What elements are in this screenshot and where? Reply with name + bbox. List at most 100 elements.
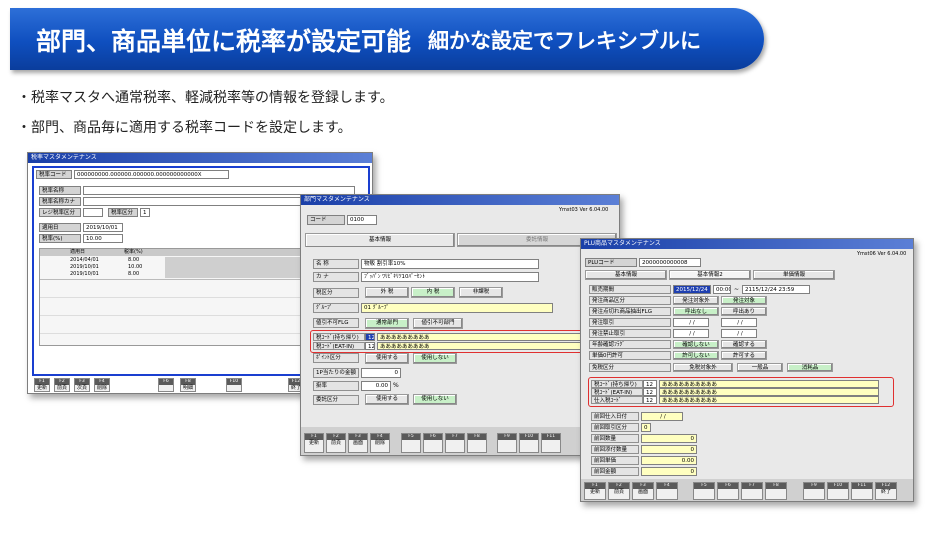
f5-key[interactable]: F5: [693, 482, 715, 500]
f10-key[interactable]: F10: [519, 433, 539, 453]
f2-key[interactable]: F2 前頁: [326, 433, 346, 453]
point-use-button[interactable]: 使用する: [365, 353, 409, 364]
rate-input[interactable]: 10.00: [83, 234, 123, 243]
f2-key[interactable]: F2 前頁: [54, 378, 70, 392]
age-check-on-button[interactable]: 確認する: [721, 340, 767, 349]
point-nouse-button[interactable]: 使用しない: [413, 353, 457, 364]
taxfree-label: 免税区分: [589, 363, 671, 372]
f6-key[interactable]: F6: [717, 482, 739, 500]
f3-key[interactable]: F3 画面: [348, 433, 368, 453]
f9-key[interactable]: F9: [803, 482, 825, 500]
delegate-nouse-button[interactable]: 使用しない: [413, 394, 457, 405]
window-titlebar: 税率マスタメンテナンス: [28, 153, 372, 163]
dept-code-input[interactable]: 0100: [347, 215, 377, 225]
order-flag-label: 発注点切れ商品抽出FLG: [589, 307, 671, 316]
grid-cell[interactable]: 10.00: [128, 264, 142, 271]
f10-key[interactable]: F10: [226, 378, 242, 392]
order-stop-label: 発注禁止取引: [589, 329, 671, 338]
group-label: ｸﾞﾙｰﾌﾟ: [313, 303, 359, 313]
sale-from-time-input[interactable]: 00:00: [713, 285, 731, 294]
f10-key[interactable]: F10: [827, 482, 849, 500]
last-amount-input[interactable]: 0: [641, 467, 697, 476]
dept-name-input[interactable]: 物販 割引率10%: [361, 259, 539, 269]
function-key-bar: F1 更新 F2 前頁 F3 画面 F4 F5 F6 F7 F8 F9 F10 F11…: [581, 479, 913, 501]
plu-master-window: PLU商品マスタメンテナンス Ymst06 Ver 6.04.00 PLUコード…: [580, 238, 914, 502]
f1-key[interactable]: F1 更新: [584, 482, 606, 500]
grid-cell[interactable]: 8.00: [128, 257, 139, 264]
taxfree-none-button[interactable]: 免税対象外: [673, 363, 733, 372]
tax-kind-label: 税区分: [313, 288, 359, 298]
order-kind-off-button[interactable]: 発注対象外: [673, 296, 719, 305]
tab-price-info[interactable]: 単価情報: [753, 270, 835, 280]
order-flag-call-button[interactable]: 呼出あり: [721, 307, 767, 316]
f7-key[interactable]: F7: [741, 482, 763, 500]
tax-kind-exclusive-button[interactable]: 外 税: [365, 287, 409, 298]
f4-key[interactable]: F4 削除: [370, 433, 390, 453]
sale-from-input[interactable]: 2015/12/24: [673, 285, 711, 294]
order-stop-from-input[interactable]: / /: [673, 329, 709, 338]
tax-rank-input[interactable]: [83, 208, 103, 217]
grid-cell[interactable]: 8.00: [128, 271, 139, 278]
grid-cell[interactable]: 2019/10/01: [70, 264, 99, 271]
order-stop-to-input[interactable]: / /: [721, 329, 757, 338]
f4-key[interactable]: F4: [656, 482, 678, 500]
f1-key[interactable]: F1 更新: [304, 433, 324, 453]
f8-key[interactable]: F8: [765, 482, 787, 500]
f3-key[interactable]: F3 画面: [632, 482, 654, 500]
last-unit-input[interactable]: 0.00: [641, 456, 697, 465]
sale-to-input[interactable]: 2115/12/24 23:59: [742, 285, 810, 294]
f5-key[interactable]: F5: [401, 433, 421, 453]
age-check-off-button[interactable]: 確認しない: [673, 340, 719, 349]
tax-area-input[interactable]: 1: [140, 208, 150, 217]
banner-title: 部門、商品単位に税率が設定可能: [36, 27, 412, 56]
f9-key[interactable]: F9: [497, 433, 517, 453]
dept-kana-input[interactable]: ﾌﾞｯﾊﾟﾝ ﾜﾘﾋﾞｷﾘﾂ10ﾊﾟｰｾﾝﾄ: [361, 272, 539, 282]
order-take-to-input[interactable]: / /: [721, 318, 757, 327]
discount-disabled-button[interactable]: 値引不可部門: [413, 318, 463, 329]
f11-key[interactable]: F11: [541, 433, 561, 453]
grid-cell[interactable]: 2019/10/01: [70, 271, 99, 278]
taxfree-general-button[interactable]: 一般品: [737, 363, 783, 372]
last-buy-kind-label: 前回取引区分: [591, 423, 639, 432]
tax-code-input[interactable]: 000000000.000000.000000.000000000000X: [74, 170, 229, 179]
f8-key[interactable]: F8: [467, 433, 487, 453]
rate-input[interactable]: 0.00: [361, 381, 391, 391]
f2-key[interactable]: F2 前頁: [608, 482, 630, 500]
tab-basic-info-2[interactable]: 基本情報2: [669, 270, 751, 280]
tab-basic-info[interactable]: 基本情報: [305, 233, 455, 247]
tax-kind-exempt-button[interactable]: 非課税: [459, 287, 503, 298]
dept-name-label: 名 称: [313, 259, 359, 269]
group-input[interactable]: 01 ｸﾞﾙｰﾌﾟ: [361, 303, 553, 313]
f1-key[interactable]: F1 更新: [34, 378, 50, 392]
plu-code-label: PLUコード: [585, 258, 637, 267]
f7-key[interactable]: F7: [445, 433, 465, 453]
last-buy-kind-input[interactable]: 0: [641, 423, 651, 432]
f12-key[interactable]: F12 終了: [875, 482, 897, 500]
tax-kana-label: 税率名称カナ: [39, 197, 81, 206]
last-buy-date-input[interactable]: / /: [641, 412, 683, 421]
last-case-input[interactable]: 0: [641, 445, 697, 454]
f6-key[interactable]: F6: [423, 433, 443, 453]
taxcode-highlight: [588, 377, 894, 407]
f3-key[interactable]: F3 次頁: [74, 378, 90, 392]
f4-key[interactable]: F4 削除: [94, 378, 110, 392]
discount-normal-button[interactable]: 通常部門: [365, 318, 409, 329]
order-flag-none-button[interactable]: 呼出なし: [673, 307, 719, 316]
plu-code-input[interactable]: 2000000000008: [639, 258, 701, 267]
f8-key[interactable]: F8 明細: [180, 378, 196, 392]
zero-price-deny-button[interactable]: 許可しない: [673, 351, 719, 360]
zero-price-allow-button[interactable]: 許可する: [721, 351, 767, 360]
order-kind-on-button[interactable]: 発注対象: [721, 296, 767, 305]
start-date-input[interactable]: 2019/10/01: [83, 223, 123, 232]
delegate-use-button[interactable]: 使用する: [365, 394, 409, 405]
tax-kind-inclusive-button[interactable]: 内 税: [411, 287, 455, 298]
f11-key[interactable]: F11: [851, 482, 873, 500]
taxfree-consumable-button[interactable]: 消耗品: [787, 363, 833, 372]
discount-flag-label: 値引不可FLG: [313, 318, 359, 328]
point-rate-input[interactable]: 0: [361, 368, 401, 378]
f6-key[interactable]: F6: [158, 378, 174, 392]
last-qty-input[interactable]: 0: [641, 434, 697, 443]
order-take-from-input[interactable]: / /: [673, 318, 709, 327]
grid-cell[interactable]: 2014/04/01: [70, 257, 99, 264]
tab-basic-info[interactable]: 基本情報: [585, 270, 667, 280]
